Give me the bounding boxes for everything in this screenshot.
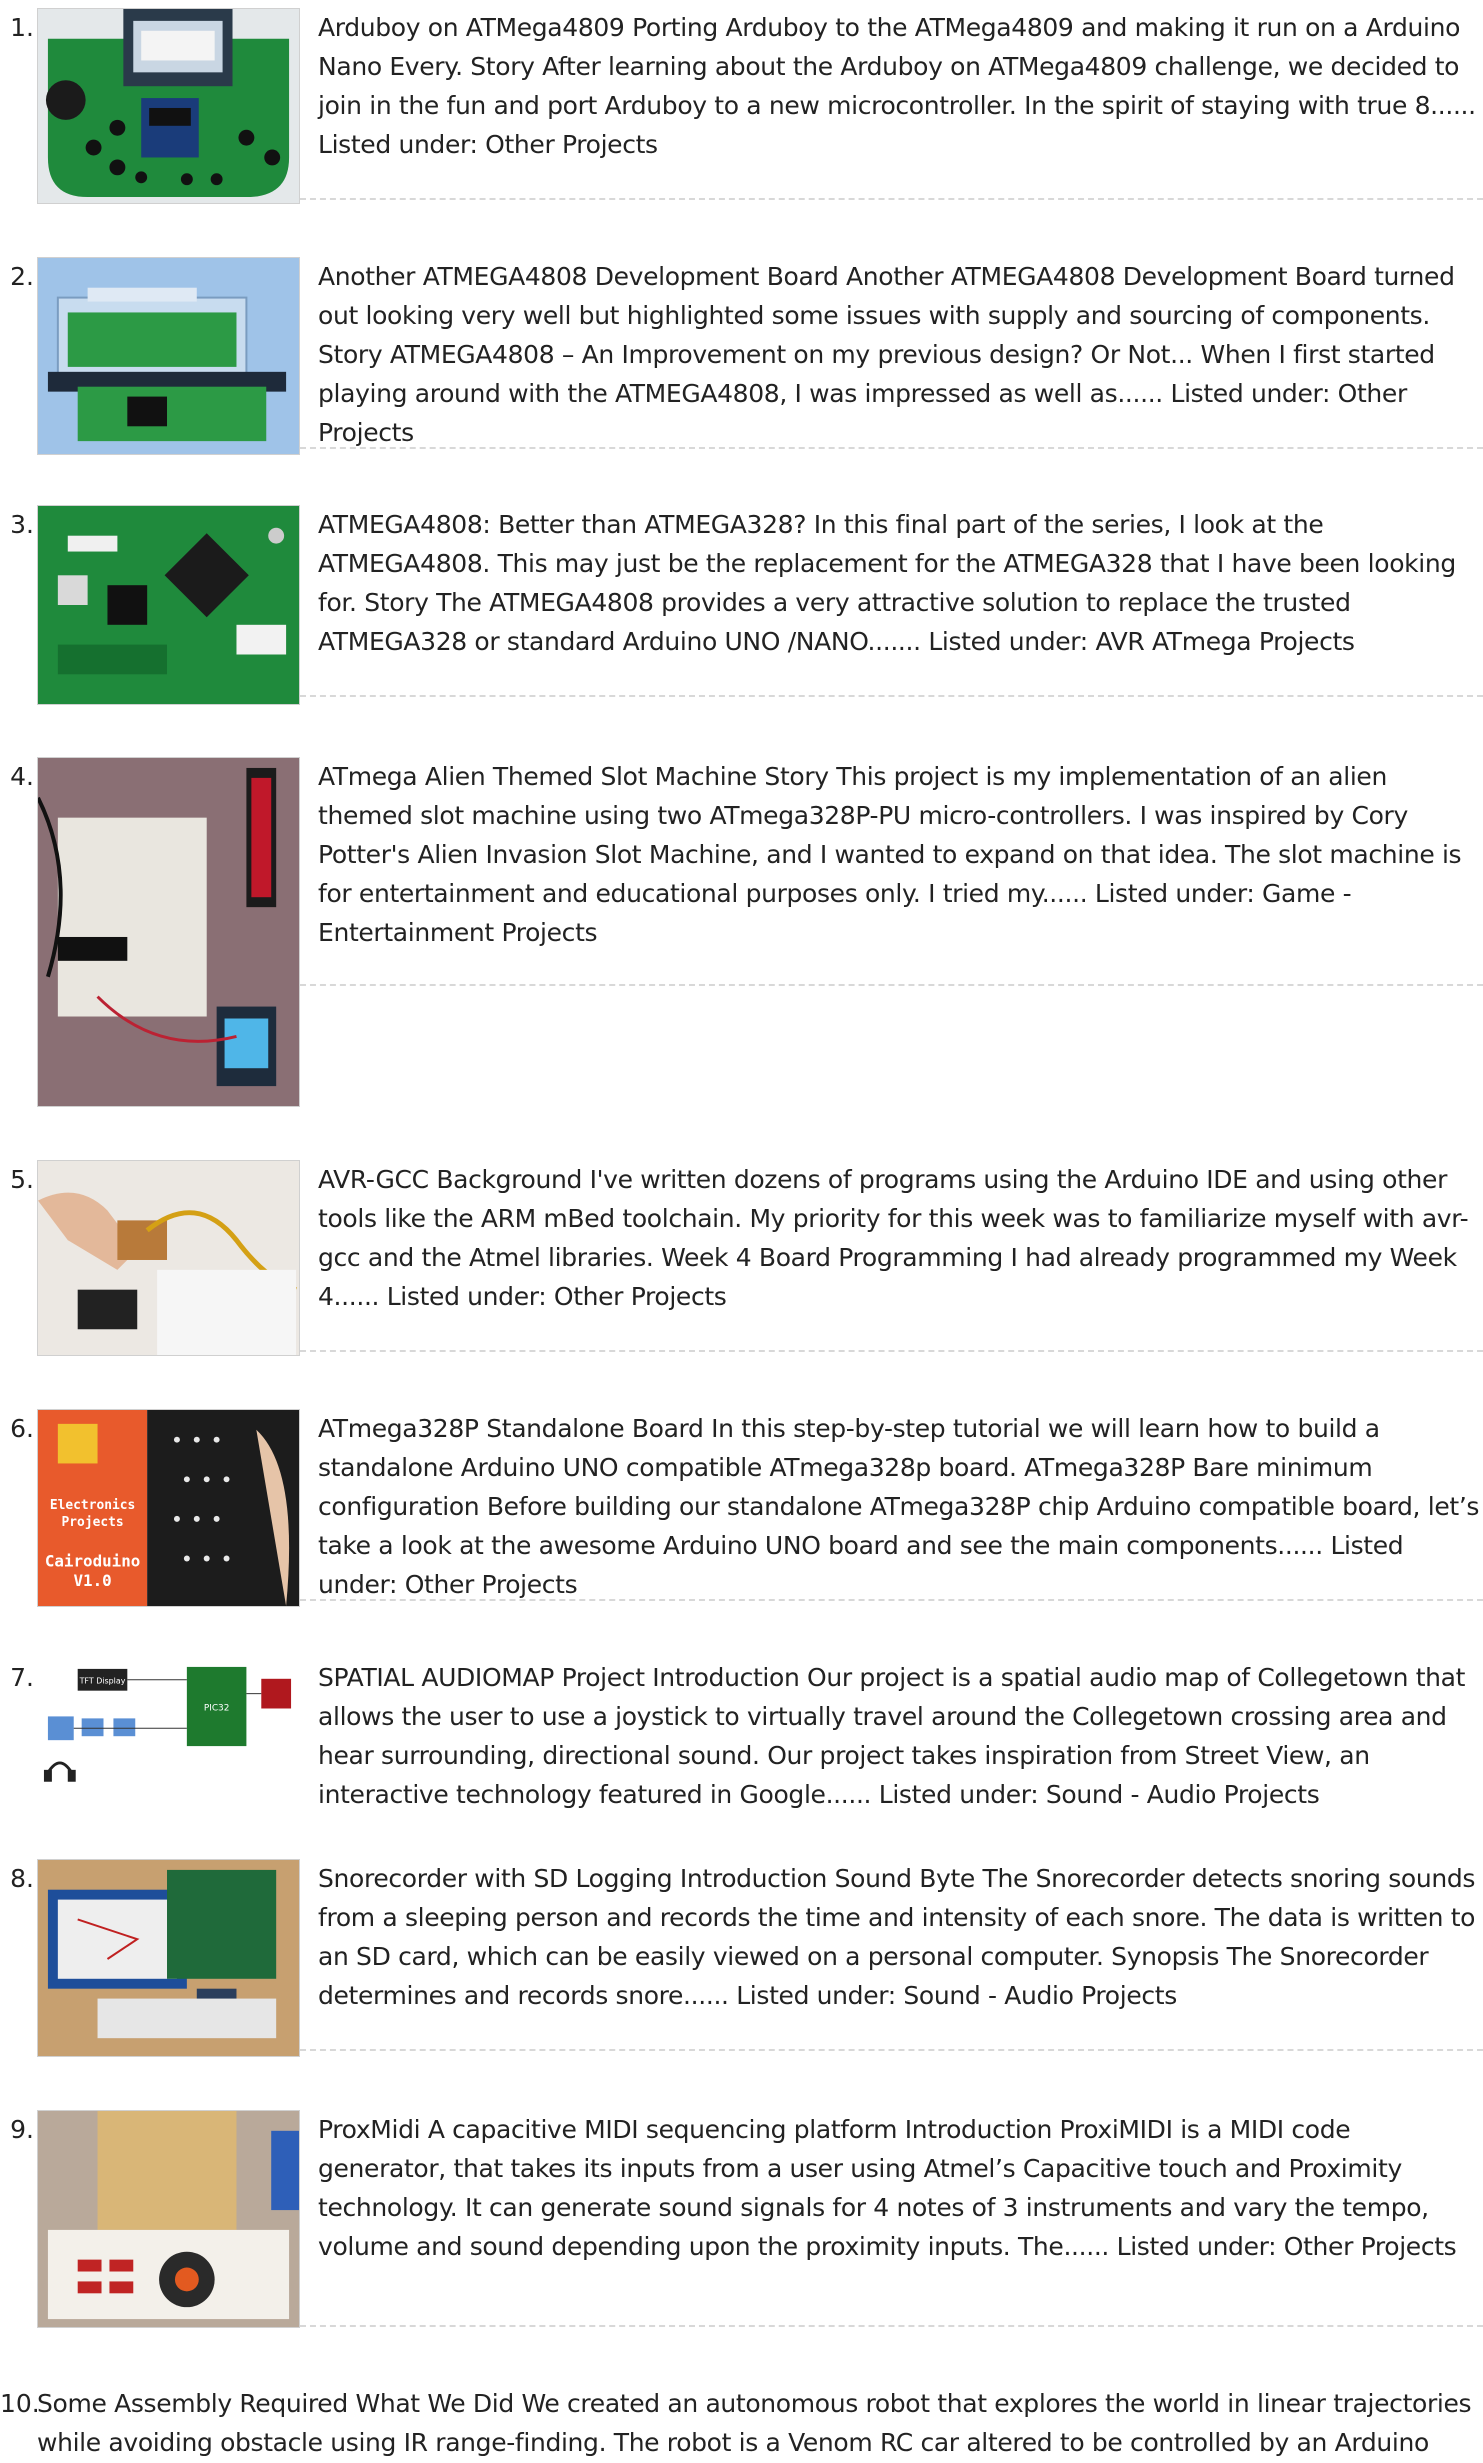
project-thumbnail[interactable]: [37, 2110, 300, 2328]
arduboy-image: [38, 9, 299, 203]
thumb-subtitle-line1: Cairoduino: [45, 1551, 141, 1570]
thumb-title-line1: Electronics: [50, 1498, 135, 1513]
project-summary[interactable]: ATmega328P Standalone Board In this step…: [318, 1409, 1483, 1604]
project-thumbnail[interactable]: [37, 1859, 300, 2057]
item-separator: [300, 2325, 1483, 2327]
slot-machine-image: [38, 758, 299, 1106]
project-thumbnail[interactable]: TFT Display PIC32: [37, 1658, 300, 1854]
item-number: 7.: [10, 1663, 34, 1692]
project-summary[interactable]: AVR-GCC Background I've written dozens o…: [318, 1160, 1483, 1316]
item-number: 2.: [10, 262, 34, 291]
project-summary[interactable]: ProxMidi A capacitive MIDI sequencing pl…: [318, 2110, 1483, 2266]
project-summary[interactable]: Snorecorder with SD Logging Introduction…: [318, 1859, 1483, 2015]
item-number: 8.: [10, 1864, 34, 1893]
green-pcb-image: [38, 506, 299, 704]
item-number: 10.: [0, 2389, 40, 2418]
proximidi-image: [38, 2111, 299, 2327]
cairoduino-image: Electronics Projects Cairoduino V1.0: [38, 1410, 299, 1606]
item-separator: [300, 695, 1483, 697]
dev-board-image: [38, 258, 299, 454]
item-separator: [300, 1350, 1483, 1352]
item-number: 4.: [10, 762, 34, 791]
thumb-subtitle-line2: V1.0: [73, 1571, 111, 1590]
item-separator: [300, 447, 1483, 449]
item-separator: [300, 984, 1483, 986]
project-summary[interactable]: Some Assembly Required What We Did We cr…: [37, 2384, 1483, 2462]
project-thumbnail[interactable]: [37, 757, 300, 1107]
project-summary[interactable]: ATMEGA4808: Better than ATMEGA328? In th…: [318, 505, 1483, 661]
project-thumbnail[interactable]: [37, 8, 300, 204]
item-separator: [300, 1599, 1483, 1601]
tft-display-label: TFT Display: [79, 1677, 126, 1686]
item-number: 6.: [10, 1414, 34, 1443]
snorecorder-image: [38, 1860, 299, 2056]
programming-image: [38, 1161, 299, 1355]
project-summary[interactable]: Arduboy on ATMega4809 Porting Arduboy to…: [318, 8, 1483, 164]
item-separator: [300, 198, 1483, 200]
item-number: 1.: [10, 13, 34, 42]
project-thumbnail[interactable]: [37, 1160, 300, 1356]
audio-diagram-image: TFT Display PIC32: [38, 1659, 299, 1853]
project-summary[interactable]: ATmega Alien Themed Slot Machine Story T…: [318, 757, 1483, 952]
project-summary[interactable]: SPATIAL AUDIOMAP Project Introduction Ou…: [318, 1658, 1483, 1814]
project-thumbnail[interactable]: [37, 505, 300, 705]
project-thumbnail[interactable]: Electronics Projects Cairoduino V1.0: [37, 1409, 300, 1607]
project-list: 1. Arduboy on ATMega4809 Porting Arduboy…: [0, 0, 1483, 2463]
project-thumbnail[interactable]: [37, 257, 300, 455]
item-number: 3.: [10, 510, 34, 539]
project-summary[interactable]: Another ATMEGA4808 Development Board Ano…: [318, 257, 1483, 452]
item-separator: [300, 2049, 1483, 2051]
mcu-label: PIC32: [204, 1703, 230, 1713]
item-number: 9.: [10, 2115, 34, 2144]
item-number: 5.: [10, 1165, 34, 1194]
thumb-title-line2: Projects: [62, 1515, 124, 1530]
